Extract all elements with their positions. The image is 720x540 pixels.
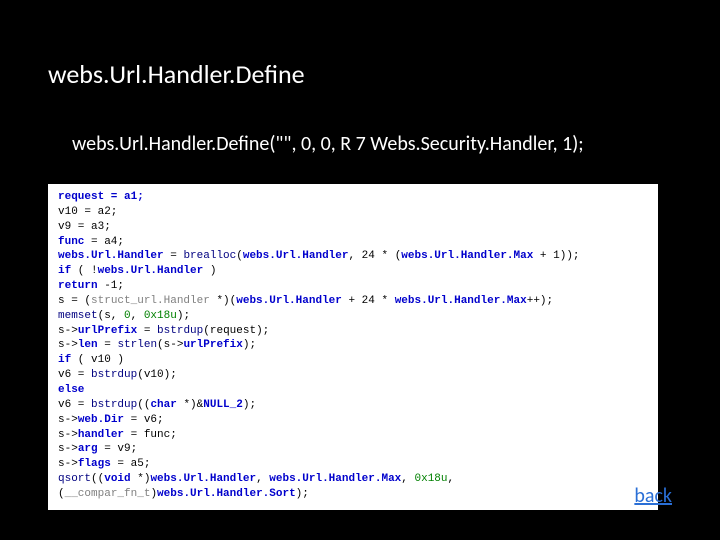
code-box: request = a1; v10 = a2; v9 = a3; func = … — [48, 184, 658, 510]
code-line: webs.Url.Handler = brealloc(webs.Url.Han… — [58, 249, 648, 264]
code-line: return -1; — [58, 279, 648, 294]
code-line: v9 = a3; — [58, 220, 648, 235]
slide: webs.Url.Handler.Define webs.Url.Handler… — [0, 0, 720, 540]
code-line: if ( !webs.Url.Handler ) — [58, 264, 648, 279]
code-line: if ( v10 ) — [58, 353, 648, 368]
code-line: s->flags = a5; — [58, 457, 648, 472]
code-line: v10 = a2; — [58, 205, 648, 220]
code-line: s->handler = func; — [58, 428, 648, 443]
code-line: v6 = bstrdup((char *)&NULL_2); — [58, 398, 648, 413]
code-line: s->web.Dir = v6; — [58, 413, 648, 428]
subtitle: webs.Url.Handler.Define("", 0, 0, R 7 We… — [72, 132, 672, 156]
back-link[interactable]: back — [634, 484, 672, 508]
code-line: v6 = bstrdup(v10); — [58, 368, 648, 383]
code-line: s = (struct_url.Handler *)(webs.Url.Hand… — [58, 294, 648, 309]
code-line: s->urlPrefix = bstrdup(request); — [58, 324, 648, 339]
title: webs.Url.Handler.Define — [48, 58, 672, 90]
code-line: s->arg = v9; — [58, 442, 648, 457]
code-line: memset(s, 0, 0x18u); — [58, 309, 648, 324]
code-line: else — [58, 383, 648, 398]
code-line: func = a4; — [58, 235, 648, 250]
code-line: qsort((void *)webs.Url.Handler, webs.Url… — [58, 472, 648, 502]
code-line: request = a1; — [58, 190, 648, 205]
code-line: s->len = strlen(s->urlPrefix); — [58, 338, 648, 353]
